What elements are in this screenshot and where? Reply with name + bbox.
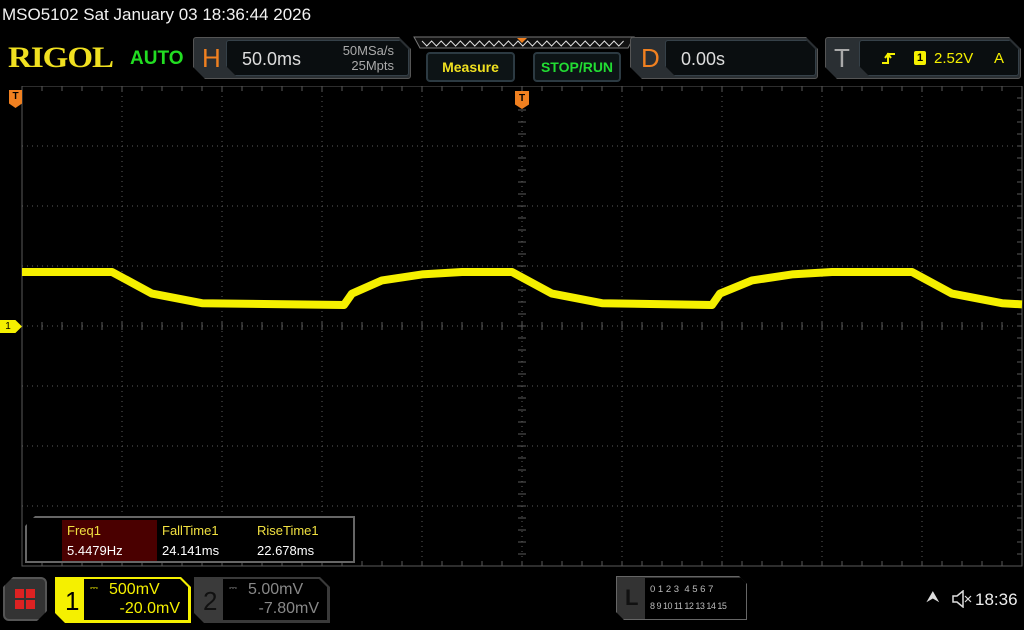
ch2-panel[interactable]: 2 ⎓ 5.00mV -7.80mV (194, 577, 330, 623)
usb-icon: ⮝ (926, 589, 940, 606)
trigger-source-badge: 1 (914, 51, 926, 65)
delay-label: D (641, 43, 660, 73)
trigger-readout: 1 2.52V A (859, 40, 1019, 76)
delay-value: 0.00s (681, 49, 726, 69)
grid-menu-icon (5, 579, 45, 619)
measurement-risetime[interactable]: RiseTime1 22.678ms (252, 520, 347, 561)
trigger-mode-status: AUTO (130, 48, 184, 69)
ch1-number: 1 (65, 586, 80, 616)
measurement-value: 24.141ms (162, 543, 220, 558)
measurement-value: 5.4479Hz (67, 543, 123, 558)
measurement-falltime[interactable]: FallTime1 24.141ms (157, 520, 252, 561)
trigger-panel[interactable]: T 1 2.52V A (825, 37, 1021, 79)
logic-panel[interactable]: L 0 1 2 3 4 5 6 7 8 9 10 11 12 13 14 15 (616, 576, 747, 620)
ch2-scale: 5.00mV (248, 581, 304, 598)
ch1-scale: 500mV (109, 581, 160, 598)
logic-label: L (625, 585, 639, 610)
ch1-offset: -20.0mV (119, 600, 180, 617)
rising-edge-icon (882, 52, 896, 66)
measurement-name: RiseTime1 (257, 523, 319, 538)
measurement-name: FallTime1 (162, 523, 219, 538)
ch2-readout: ⎓ 5.00mV -7.80mV (223, 579, 327, 620)
dc-coupling-icon: ⎓ (229, 583, 237, 594)
memory-depth: 25Mpts (351, 58, 394, 73)
measurement-name: Freq1 (67, 523, 101, 538)
ch1-readout: ⎓ 500mV -20.0mV (84, 579, 188, 620)
logic-row-1: 0 1 2 3 4 5 6 7 (650, 584, 714, 595)
waveform-display[interactable] (0, 86, 1024, 568)
window-title: MSO5102 Sat January 03 18:36:44 2026 (2, 5, 312, 24)
horizontal-label: H (202, 43, 221, 73)
trigger-label: T (834, 43, 850, 73)
horizontal-readout: 50.0ms 50MSa/s 25Mpts (226, 40, 409, 76)
horizontal-panel[interactable]: H 50.0ms 50MSa/s 25Mpts (193, 37, 411, 79)
ch2-number: 2 (203, 586, 218, 616)
rigol-logo: RIGOL (8, 41, 114, 75)
measure-button[interactable]: Measure (426, 52, 515, 82)
measurement-freq[interactable]: Freq1 5.4479Hz (62, 520, 157, 561)
sample-rate: 50MSa/s (342, 43, 394, 58)
ch2-offset: -7.80mV (258, 600, 319, 617)
delay-readout: 0.00s (665, 40, 816, 76)
delay-panel[interactable]: D 0.00s (630, 37, 818, 79)
measurement-value: 22.678ms (257, 543, 315, 558)
timebase-value: 50.0ms (242, 49, 302, 69)
clock: 18:36 (975, 590, 1018, 609)
ch1-panel[interactable]: 1 ⎓ 500mV -20.0mV (55, 577, 191, 623)
stop-run-button[interactable]: STOP/RUN (533, 52, 621, 82)
logic-channels: 0 1 2 3 4 5 6 7 8 9 10 11 12 13 14 15 (645, 578, 746, 619)
ch1-waveform (22, 268, 1023, 309)
trigger-level: 2.52V (934, 50, 974, 67)
menu-button[interactable] (3, 577, 47, 621)
trigger-sweep: A (993, 50, 1004, 67)
mute-icon[interactable] (951, 590, 973, 608)
memory-overview-bar[interactable] (413, 36, 635, 50)
dc-coupling-icon: ⎓ (90, 583, 98, 594)
measurement-panel: Freq1 5.4479Hz FallTime1 24.141ms RiseTi… (25, 516, 355, 563)
logic-row-2: 8 9 10 11 12 13 14 15 (650, 601, 727, 611)
